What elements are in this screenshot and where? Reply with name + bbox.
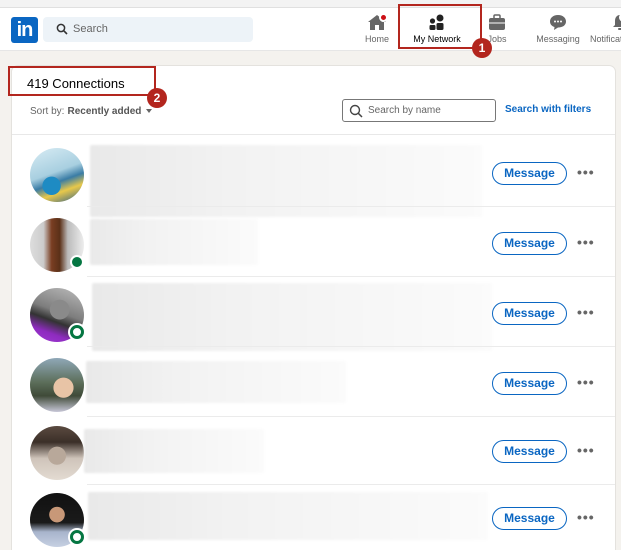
sort-by-dropdown[interactable]: Sort by: Recently added: [30, 106, 153, 117]
message-button[interactable]: Message: [492, 302, 567, 325]
connection-row: Message •••: [12, 137, 615, 217]
search-with-filters-link[interactable]: Search with filters: [505, 104, 591, 115]
connection-row: Message •••: [12, 207, 615, 277]
connection-row: Message •••: [12, 277, 615, 351]
more-options-icon[interactable]: •••: [577, 164, 595, 180]
connection-avatar[interactable]: [30, 426, 84, 480]
search-placeholder: Search: [73, 23, 108, 35]
message-button[interactable]: Message: [492, 232, 567, 255]
nav-messaging-label: Messaging: [536, 34, 580, 44]
caret-down-icon: [146, 109, 153, 114]
nav-home-label: Home: [364, 34, 389, 44]
nav-notifications-label: Notificat: [590, 34, 621, 44]
callout-number-1: 1: [472, 38, 492, 58]
online-status-icon: [70, 255, 84, 269]
online-status-icon: [70, 530, 84, 544]
home-notification-badge: [379, 13, 388, 22]
blurred-connection-info: [86, 361, 346, 403]
search-icon: [349, 104, 363, 118]
linkedin-logo[interactable]: in: [11, 17, 38, 43]
more-options-icon[interactable]: •••: [577, 374, 595, 390]
browser-top-strip: [0, 0, 621, 8]
nav-notifications[interactable]: Notificat: [590, 12, 621, 50]
callout-box-connections: [8, 66, 156, 96]
sort-by-label: Sort by:: [30, 106, 65, 117]
message-button[interactable]: Message: [492, 162, 567, 185]
chat-icon: [550, 15, 566, 30]
search-by-name-input[interactable]: Search by name: [342, 99, 496, 122]
search-icon: [56, 23, 68, 35]
message-button[interactable]: Message: [492, 440, 567, 463]
nav-home[interactable]: Home: [360, 12, 394, 50]
global-search-input[interactable]: Search: [43, 17, 253, 42]
blurred-connection-info: [92, 283, 492, 351]
connection-avatar[interactable]: [30, 358, 84, 412]
online-status-icon: [70, 325, 84, 339]
message-button[interactable]: Message: [492, 372, 567, 395]
more-options-icon[interactable]: •••: [577, 304, 595, 320]
sort-by-value: Recently added: [67, 106, 142, 117]
more-options-icon[interactable]: •••: [577, 509, 595, 525]
connection-row: Message •••: [12, 347, 615, 417]
connection-row: Message •••: [12, 415, 615, 485]
nav-messaging[interactable]: Messaging: [530, 12, 586, 50]
global-nav: in Search Home My Network Jobs Messaging…: [0, 8, 621, 51]
callout-box-my-network: [398, 4, 482, 49]
connection-avatar[interactable]: [30, 148, 84, 202]
more-options-icon[interactable]: •••: [577, 442, 595, 458]
blurred-connection-info: [88, 492, 488, 540]
blurred-connection-info: [84, 429, 264, 473]
briefcase-icon: [489, 14, 505, 30]
search-by-name-placeholder: Search by name: [368, 105, 441, 116]
more-options-icon[interactable]: •••: [577, 234, 595, 250]
callout-number-2: 2: [147, 88, 167, 108]
blurred-connection-info: [90, 219, 258, 265]
header-divider: [12, 134, 615, 135]
connection-row: Message •••: [12, 482, 615, 550]
connections-card: 419 Connections Sort by: Recently added S…: [12, 66, 615, 550]
message-button[interactable]: Message: [492, 507, 567, 530]
